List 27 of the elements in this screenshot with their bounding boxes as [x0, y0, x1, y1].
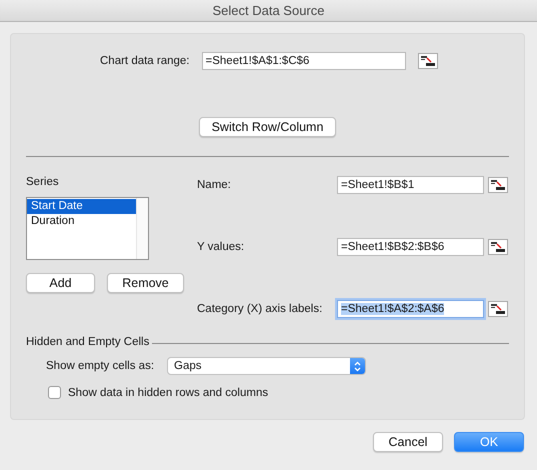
range-picker-icon[interactable]	[488, 239, 508, 255]
cancel-button[interactable]: Cancel	[373, 432, 443, 452]
section-label: Hidden and Empty Cells	[26, 336, 150, 348]
range-picker-icon[interactable]	[488, 301, 508, 317]
reference-field[interactable]: =Sheet1!$A$2:$A$6	[337, 300, 484, 318]
reference-field[interactable]: =Sheet1!$B$2:$B$6	[337, 238, 484, 256]
field-label: Name:	[197, 179, 232, 191]
checkbox-label: Show data in hidden rows and columns	[68, 386, 268, 398]
chart-range-field[interactable]: =Sheet1!$A$1:$C$6	[202, 52, 406, 70]
series-list-item[interactable]: Duration	[27, 214, 137, 229]
checkbox[interactable]	[48, 386, 61, 399]
window-title: Select Data Source	[212, 3, 324, 18]
reference-field[interactable]: =Sheet1!$B$1	[337, 176, 484, 194]
field-label: Show empty cells as:	[46, 360, 154, 372]
series-list-item[interactable]: Start Date	[27, 199, 137, 214]
switch-row-column-button[interactable]: Switch Row/Column	[198, 117, 336, 137]
remove-button[interactable]: Remove	[107, 273, 184, 293]
field-label: Y values:	[197, 241, 246, 253]
field-label: Category (X) axis labels:	[197, 303, 324, 315]
section-label: Series	[26, 176, 60, 188]
chevron-up-down-icon	[354, 360, 362, 372]
add-button[interactable]: Add	[26, 273, 95, 293]
empty-cells-dropdown[interactable]: Gaps	[167, 357, 366, 375]
range-picker-icon[interactable]	[418, 53, 438, 69]
scrollbar-track[interactable]	[136, 198, 148, 259]
field-label: Chart data range:	[100, 55, 190, 67]
range-picker-icon[interactable]	[488, 177, 508, 193]
